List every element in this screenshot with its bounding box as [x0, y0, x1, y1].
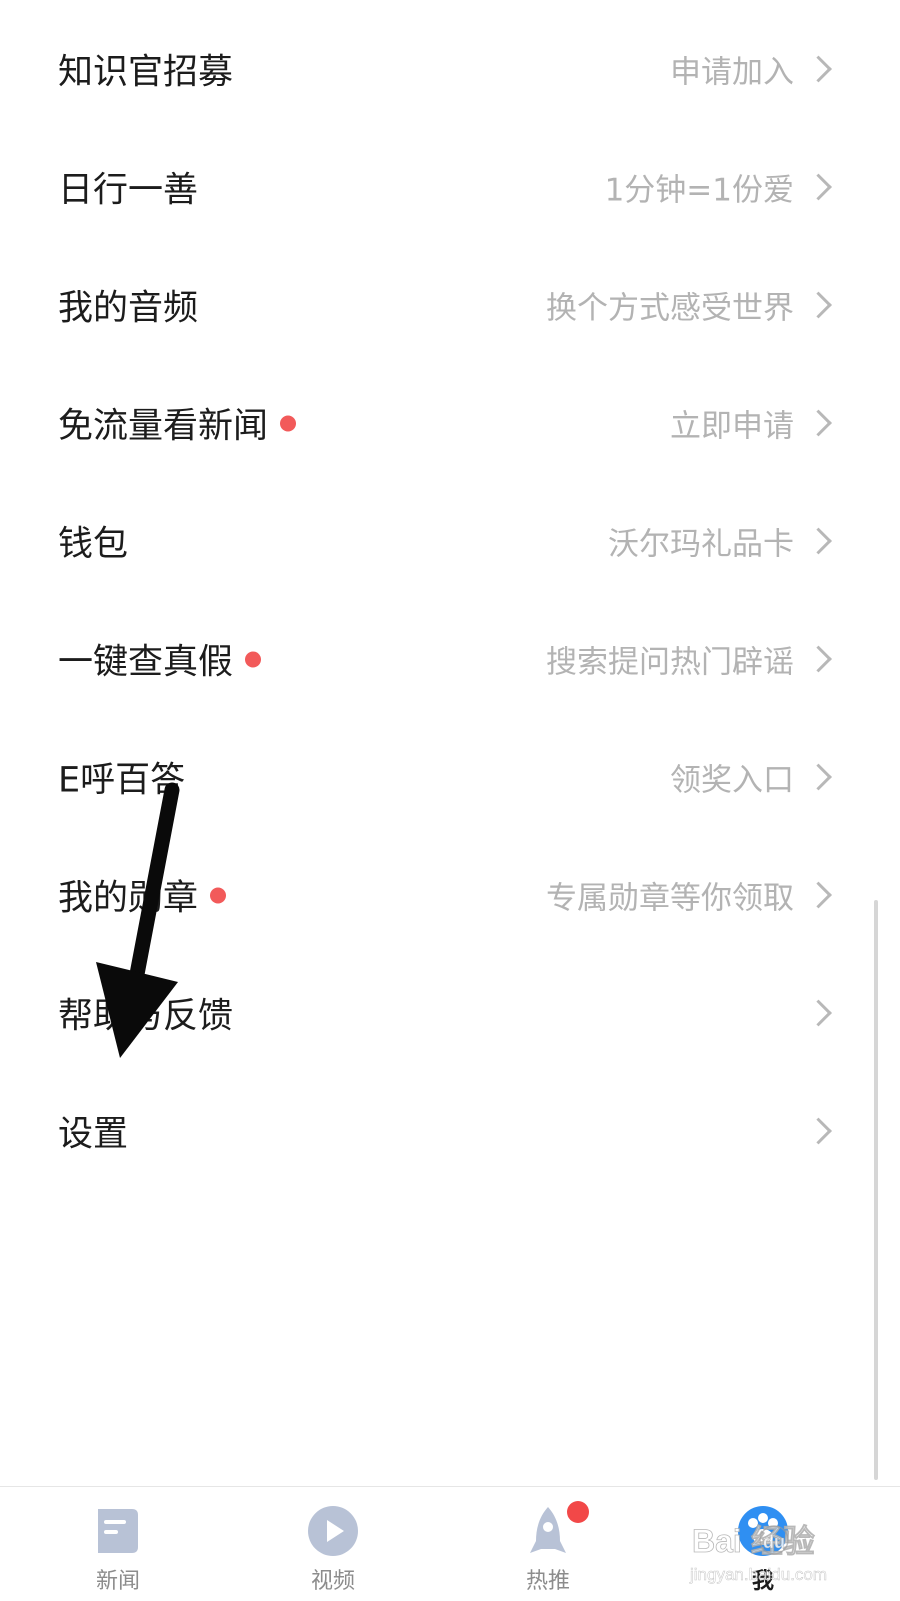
menu-item-desc: 搜索提问热门辟谣	[546, 644, 794, 681]
chevron-right-icon	[805, 999, 832, 1027]
menu-item-e-hu-bai-da[interactable]: E呼百答 领奖入口	[0, 718, 900, 836]
scrollbar[interactable]	[874, 900, 878, 1480]
menu-item-desc: 专属勋章等你领取	[546, 880, 794, 917]
menu-item-label: 我的音频	[58, 288, 199, 329]
chevron-right-icon	[805, 409, 832, 437]
tab-news[interactable]: 新闻	[53, 1487, 183, 1601]
menu-item-daily-kindness[interactable]: 日行一善 1分钟=1份爱	[0, 128, 900, 246]
play-icon	[308, 1506, 358, 1556]
menu-item-free-data-news[interactable]: 免流量看新闻 立即申请	[0, 364, 900, 482]
bottom-tab-bar: 新闻 视频 热推 我	[0, 1486, 900, 1601]
chevron-right-icon	[805, 527, 832, 555]
chevron-right-icon	[805, 763, 832, 791]
menu-item-my-audio[interactable]: 我的音频 换个方式感受世界	[0, 246, 900, 364]
menu-item-label: 免流量看新闻	[58, 398, 297, 449]
menu-item-wallet[interactable]: 钱包 沃尔玛礼品卡	[0, 482, 900, 600]
paw-icon	[738, 1506, 788, 1556]
menu-item-label: 帮助与反馈	[58, 996, 234, 1037]
menu-item-label: 我的勋章	[58, 870, 227, 921]
tab-label: 热推	[525, 1569, 570, 1594]
chevron-right-icon	[805, 291, 832, 319]
tab-label: 我	[751, 1569, 774, 1594]
menu-list: 知识官招募 申请加入 日行一善 1分钟=1份爱 我的音频 换个方式感受世界 免流…	[0, 10, 900, 1190]
news-icon	[98, 1509, 138, 1553]
menu-item-knowledge-recruit[interactable]: 知识官招募 申请加入	[0, 10, 900, 128]
menu-item-desc: 沃尔玛礼品卡	[608, 526, 794, 563]
menu-item-desc: 申请加入	[670, 54, 794, 91]
tab-me[interactable]: 我	[698, 1487, 828, 1601]
tab-label: 视频	[310, 1569, 355, 1594]
chevron-right-icon	[805, 1117, 832, 1145]
chevron-right-icon	[805, 881, 832, 909]
menu-item-label: 钱包	[58, 524, 129, 565]
menu-item-desc: 1分钟=1份爱	[604, 172, 794, 209]
menu-item-desc: 换个方式感受世界	[546, 290, 794, 327]
menu-item-settings[interactable]: 设置	[0, 1072, 900, 1190]
notification-dot	[245, 651, 262, 667]
menu-item-label: 知识官招募	[58, 52, 234, 93]
chevron-right-icon	[805, 173, 832, 201]
menu-item-label: 一键查真假	[58, 634, 262, 685]
chevron-right-icon	[805, 55, 832, 83]
menu-item-my-badges[interactable]: 我的勋章 专属勋章等你领取	[0, 836, 900, 954]
menu-item-help-feedback[interactable]: 帮助与反馈	[0, 954, 900, 1072]
menu-item-desc: 立即申请	[670, 408, 794, 445]
notification-dot	[210, 887, 227, 903]
tab-label: 新闻	[95, 1569, 140, 1594]
menu-item-label: 日行一善	[58, 170, 199, 211]
menu-item-label: E呼百答	[58, 760, 186, 801]
menu-item-label: 设置	[58, 1114, 129, 1155]
notification-dot	[280, 415, 297, 431]
menu-item-fact-check[interactable]: 一键查真假 搜索提问热门辟谣	[0, 600, 900, 718]
notification-badge	[567, 1501, 589, 1523]
chevron-right-icon	[805, 645, 832, 673]
menu-item-desc: 领奖入口	[670, 762, 794, 799]
tab-video[interactable]: 视频	[268, 1487, 398, 1601]
tab-trending[interactable]: 热推	[483, 1487, 613, 1601]
